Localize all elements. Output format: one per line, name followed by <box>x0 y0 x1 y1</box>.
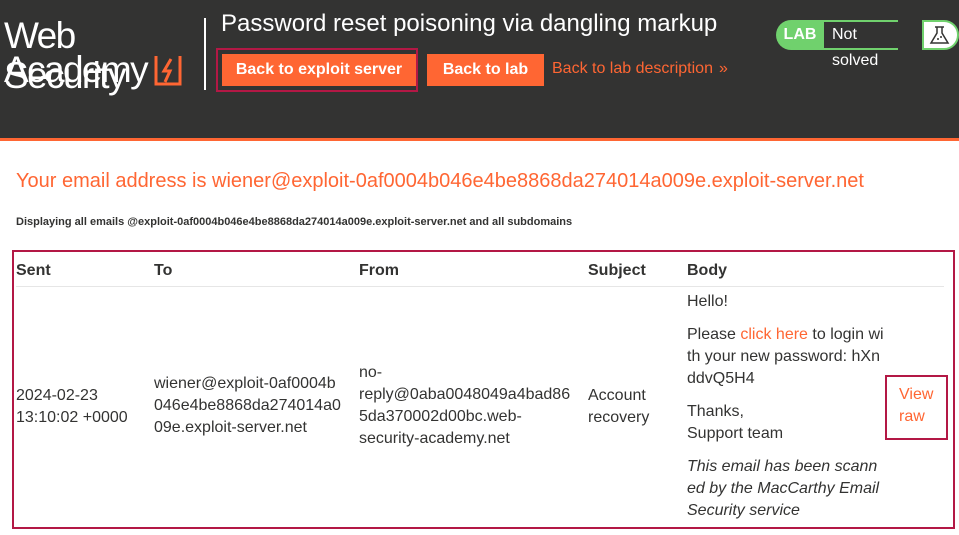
subject-text-line: Account <box>588 387 646 404</box>
exploit-button-highlight <box>216 48 418 92</box>
lab-title: Password reset poisoning via dangling ma… <box>221 10 718 37</box>
body-text-line: th your new password: hXn <box>687 348 880 365</box>
web-security-academy-logo[interactable]: Web Security Academy <box>4 16 204 96</box>
click-here-link[interactable]: click here <box>740 326 808 343</box>
lab-status-text: Not solved <box>824 20 898 69</box>
to-text-line: 046e4be8868da274014a0 <box>154 397 341 414</box>
body-text-line: Support team <box>687 425 784 442</box>
column-header-from: From <box>359 262 399 279</box>
logo-bolt-icon <box>154 56 182 86</box>
column-header-sent: Sent <box>16 262 51 279</box>
from-cell: no- reply@0aba0048049a4bad86 5da370002d0… <box>359 362 570 450</box>
body-text: Please <box>687 326 741 343</box>
header-divider <box>204 18 206 90</box>
column-header-to: To <box>154 262 173 279</box>
body-scan-notice: This email has been scann ed by the MacC… <box>687 456 879 522</box>
table-header-divider <box>16 286 944 287</box>
flask-icon <box>922 20 959 50</box>
view-raw-label: View <box>899 386 934 403</box>
displaying-emails-note: Displaying all emails @exploit-0af0004b0… <box>16 216 573 228</box>
email-address-heading: Your email address is wiener@exploit-0af… <box>16 170 864 192</box>
body-text-line: Security service <box>687 502 800 519</box>
view-raw-link[interactable]: View raw <box>899 384 939 428</box>
to-text-line: 09e.exploit-server.net <box>154 419 307 436</box>
sent-time: 13:10:02 +0000 <box>16 409 128 426</box>
column-header-subject: Subject <box>588 262 646 279</box>
column-header-body: Body <box>687 262 727 279</box>
body-text: to login wi <box>807 326 884 343</box>
logo-text-line2: Academy <box>4 49 149 90</box>
view-raw-label: raw <box>899 408 925 425</box>
body-password-paragraph: Please click here to login wi th your ne… <box>687 324 884 390</box>
body-text-line: ed by the MacCarthy Email <box>687 480 880 497</box>
from-text-line: reply@0aba0048049a4bad86 <box>359 386 571 403</box>
from-text-line: security-academy.net <box>359 430 510 447</box>
from-text-line: no- <box>359 364 383 381</box>
subject-cell: Account recovery <box>588 385 649 429</box>
header-bar: Web Security Academy Password reset pois… <box>0 0 959 141</box>
back-to-lab-button[interactable]: Back to lab <box>427 54 544 86</box>
double-chevron-right-icon: » <box>718 60 728 77</box>
body-text-line: This email has been scann <box>687 458 878 475</box>
to-cell: wiener@exploit-0af0004b 046e4be8868da274… <box>154 373 341 439</box>
body-signoff: Thanks, Support team <box>687 401 783 445</box>
body-text-line: Thanks, <box>687 403 744 420</box>
body-greeting: Hello! <box>687 293 728 310</box>
back-to-lab-description-label: Back to lab description <box>552 60 713 77</box>
subject-text-line: recovery <box>588 409 650 426</box>
from-text-line: 5da370002d00bc.web- <box>359 408 522 425</box>
lab-badge-label: LAB <box>776 20 824 50</box>
body-text-line: ddvQ5H4 <box>687 370 755 387</box>
sent-cell: 2024-02-23 13:10:02 +0000 <box>16 385 128 429</box>
to-text-line: wiener@exploit-0af0004b <box>154 375 336 392</box>
sent-date: 2024-02-23 <box>16 387 98 404</box>
back-to-lab-description-link[interactable]: Back to lab description » <box>552 60 728 78</box>
